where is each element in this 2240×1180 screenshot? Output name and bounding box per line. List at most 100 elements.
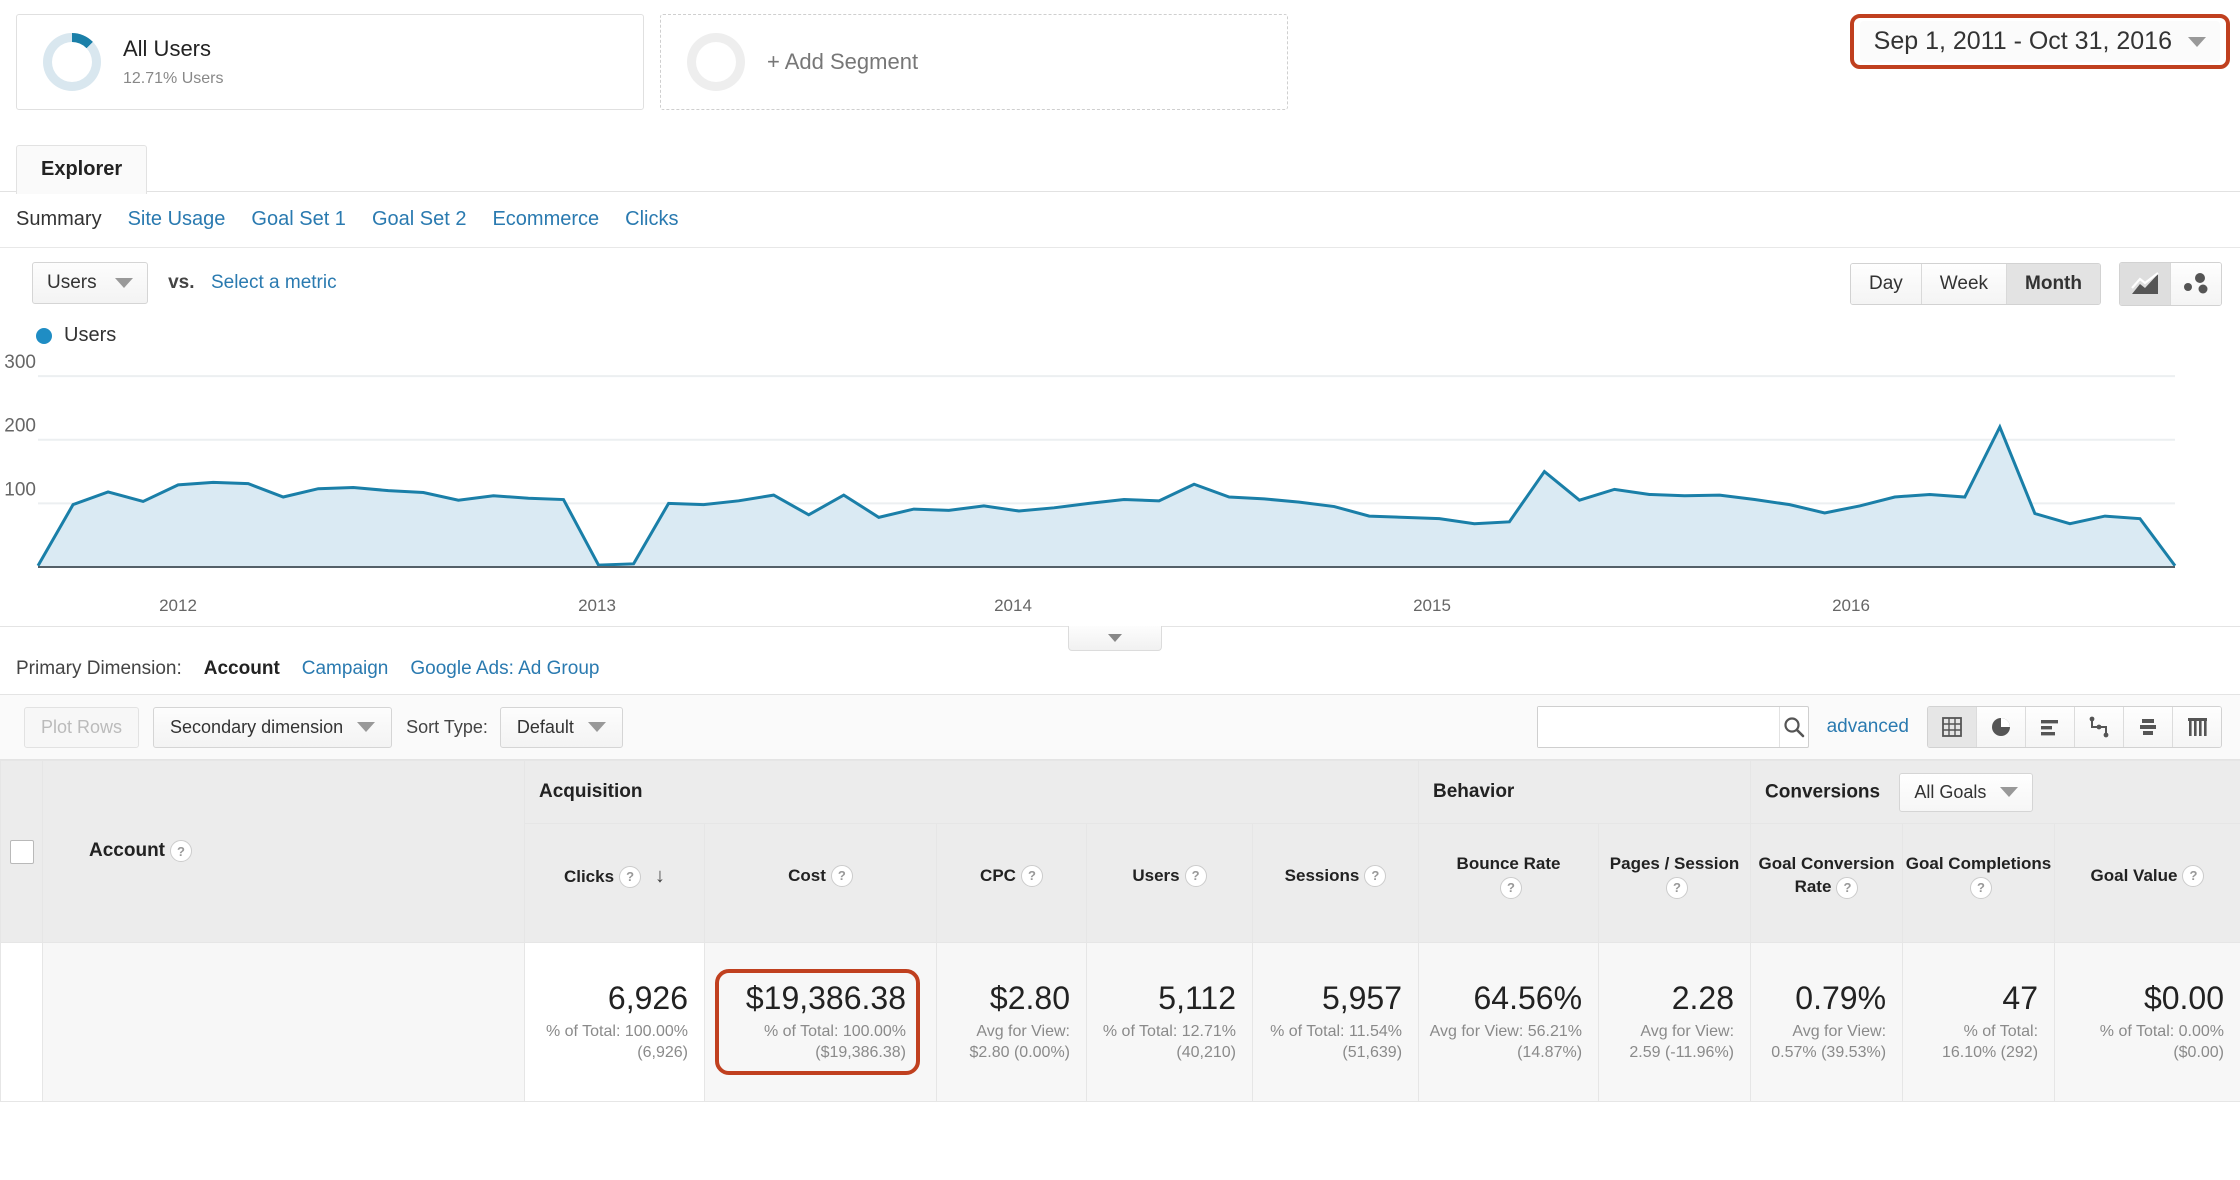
summary-cell-bounce-rate: 64.56% Avg for View: 56.21% (14.87%): [1418, 942, 1600, 1102]
add-segment-card[interactable]: + Add Segment: [660, 14, 1288, 110]
subnav-item-goal-set-1[interactable]: Goal Set 1: [251, 208, 346, 231]
granularity-week[interactable]: Week: [1921, 264, 2008, 304]
help-icon[interactable]: ?: [170, 840, 192, 863]
column-header-clicks[interactable]: Clicks? ↓: [524, 823, 705, 943]
secondary-dimension-dropdown[interactable]: Secondary dimension: [153, 706, 393, 748]
summary-row-account-cell: [42, 942, 525, 1102]
subnav-item-summary[interactable]: Summary: [16, 208, 102, 231]
column-header-goal-value[interactable]: Goal Value?: [2054, 823, 2240, 943]
help-icon[interactable]: ?: [2182, 865, 2205, 888]
summary-sub-cost: % of Total: 100.00% ($19,386.38): [763, 1022, 906, 1061]
tab-explorer[interactable]: Explorer: [16, 145, 148, 194]
summary-value-cost: $19,386.38: [745, 979, 906, 1016]
select-all-header[interactable]: [0, 760, 43, 943]
report-subnav: Summary Site Usage Goal Set 1 Goal Set 2…: [0, 192, 2240, 248]
ytick-100: 100: [4, 479, 36, 500]
help-icon[interactable]: ?: [1500, 876, 1523, 899]
chart-collapse-toggle[interactable]: [1068, 626, 1162, 651]
summary-sub-bounce-rate: Avg for View: 56.21% (14.87%): [1429, 1022, 1583, 1061]
subnav-item-ecommerce[interactable]: Ecommerce: [492, 208, 599, 231]
search-icon[interactable]: [1778, 707, 1808, 747]
column-label-clicks: Clicks: [563, 866, 615, 886]
column-label-sessions: Sessions: [1284, 865, 1360, 885]
term-cloud-view-icon[interactable]: [2173, 707, 2221, 747]
chevron-down-icon: [1108, 634, 1122, 642]
table-summary-row: 6,926 % of Total: 100.00% (6,926) $19,38…: [0, 942, 2240, 1102]
xtick-2016: 2016: [1832, 596, 1870, 615]
metric-dropdown-value: Users: [47, 272, 97, 293]
empty-circle-icon: [687, 33, 745, 91]
summary-cell-cpc: $2.80 Avg for View: $2.80 (0.00%): [936, 942, 1087, 1102]
comparison-view-icon[interactable]: [2075, 707, 2124, 747]
subnav-item-clicks[interactable]: Clicks: [625, 208, 678, 231]
segment-bar: All Users 12.71% Users + Add Segment Sep…: [0, 0, 2240, 144]
summary-row-checkbox-cell: [0, 942, 43, 1102]
help-icon[interactable]: ?: [1020, 865, 1043, 888]
help-icon[interactable]: ?: [1970, 876, 1993, 899]
select-a-metric-link[interactable]: Select a metric: [211, 272, 337, 293]
help-icon[interactable]: ?: [1184, 865, 1207, 888]
granularity-day[interactable]: Day: [1850, 264, 1922, 304]
column-header-sessions[interactable]: Sessions?: [1251, 823, 1420, 943]
summary-value-users: 5,112: [1158, 979, 1236, 1016]
date-range-wrapper: Sep 1, 2011 - Oct 31, 2016: [1849, 14, 2230, 69]
bar-view-icon[interactable]: [2026, 707, 2075, 747]
column-header-bounce-rate[interactable]: Bounce Rate?: [1418, 823, 1600, 943]
line-chart-icon[interactable]: [2120, 263, 2171, 305]
summary-sub-cpc: Avg for View: $2.80 (0.00%): [969, 1022, 1070, 1061]
account-dimension-header[interactable]: Account?: [42, 760, 525, 943]
column-label-bounce-rate: Bounce Rate: [1456, 854, 1561, 874]
all-goals-dropdown[interactable]: All Goals: [1899, 772, 2034, 812]
date-range-selector[interactable]: Sep 1, 2011 - Oct 31, 2016: [1859, 21, 2220, 62]
legend-color-dot: [36, 327, 52, 344]
plot-rows-button[interactable]: Plot Rows: [24, 706, 140, 748]
chart-type-group: [2119, 262, 2222, 306]
table-toolbar-right: advanced: [1536, 706, 2222, 748]
segment-card-all-users[interactable]: All Users 12.71% Users: [16, 14, 644, 110]
search-input[interactable]: [1537, 707, 1779, 747]
primary-dimension-account[interactable]: Account: [204, 658, 280, 680]
column-header-users[interactable]: Users?: [1086, 823, 1253, 943]
summary-cell-users: 5,112 % of Total: 12.71% (40,210): [1086, 942, 1253, 1102]
table-search-box[interactable]: [1536, 706, 1809, 748]
motion-chart-icon[interactable]: [2171, 263, 2221, 305]
group-header-acquisition: Acquisition: [523, 760, 1420, 824]
primary-dimension-ad-group[interactable]: Google Ads: Ad Group: [410, 658, 599, 680]
column-label-users: Users: [1132, 865, 1180, 885]
chart-plot-area[interactable]: 100 200 300: [0, 351, 2240, 596]
help-icon[interactable]: ?: [1364, 865, 1387, 888]
segment-subtitle: 12.71% Users: [123, 70, 224, 88]
column-label-goal-conversion-rate: Goal Conversion Rate: [1758, 854, 1895, 896]
table-view-icon[interactable]: [1928, 707, 1977, 747]
chevron-down-icon: [2188, 36, 2206, 47]
help-icon[interactable]: ?: [830, 865, 853, 888]
pivot-view-icon[interactable]: [2124, 707, 2173, 747]
summary-value-sessions: 5,957: [1321, 979, 1403, 1016]
column-header-goal-completions[interactable]: Goal Completions?: [1902, 823, 2056, 943]
summary-sub-users: % of Total: 12.71% (40,210): [1102, 1022, 1236, 1061]
summary-sub-goal-conversion-rate: Avg for View: 0.57% (39.53%): [1771, 1022, 1887, 1061]
column-header-cpc[interactable]: CPC?: [936, 823, 1087, 943]
column-header-cost[interactable]: Cost?: [704, 823, 937, 943]
pie-view-icon[interactable]: [1977, 707, 2026, 747]
chevron-down-icon: [357, 722, 376, 732]
subnav-item-site-usage[interactable]: Site Usage: [128, 208, 226, 231]
summary-cell-goal-value: $0.00 % of Total: 0.00% ($0.00): [2054, 942, 2240, 1102]
subnav-item-goal-set-2[interactable]: Goal Set 2: [372, 208, 467, 231]
metric-dropdown[interactable]: Users: [32, 262, 148, 304]
summary-sub-goal-value: % of Total: 0.00% ($0.00): [2099, 1022, 2225, 1061]
primary-dimension-campaign[interactable]: Campaign: [302, 658, 389, 680]
select-all-checkbox[interactable]: [9, 839, 34, 864]
summary-cell-goal-conversion-rate: 0.79% Avg for View: 0.57% (39.53%): [1750, 942, 1904, 1102]
column-header-pages-session[interactable]: Pages / Session?: [1598, 823, 1752, 943]
help-icon[interactable]: ?: [619, 866, 642, 889]
granularity-month[interactable]: Month: [2007, 264, 2100, 304]
advanced-search-link[interactable]: advanced: [1827, 716, 1909, 738]
chart-bottom-divider: [0, 626, 2240, 651]
column-header-goal-conversion-rate[interactable]: Goal Conversion Rate?: [1750, 823, 1904, 943]
sort-type-dropdown[interactable]: Default: [499, 706, 623, 748]
help-icon[interactable]: ?: [1666, 876, 1689, 899]
chart-area-fill: [38, 427, 2175, 567]
sort-descending-icon: ↓: [655, 864, 666, 887]
help-icon[interactable]: ?: [1836, 876, 1859, 899]
